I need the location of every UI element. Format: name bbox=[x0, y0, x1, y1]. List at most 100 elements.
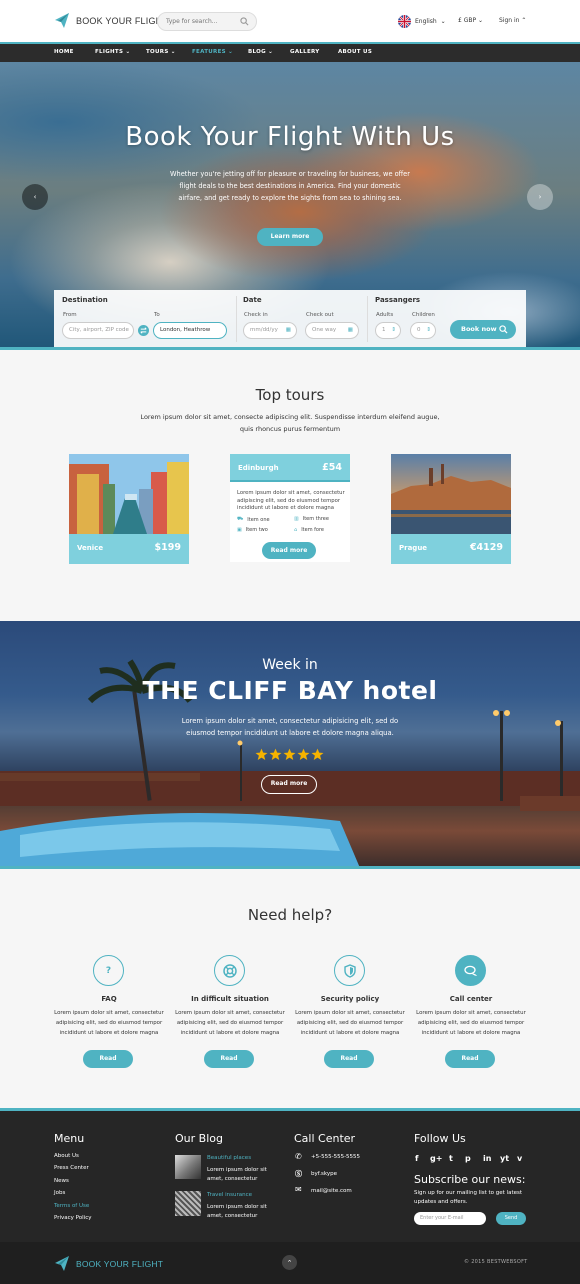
hero-text: Whether you're jetting off for pleasure … bbox=[170, 170, 410, 202]
checkout-label: Check out bbox=[306, 312, 334, 318]
nav-about[interactable]: ABOUT US bbox=[338, 49, 372, 55]
footer-phone[interactable]: +5-555-555-5555 bbox=[311, 1154, 360, 1160]
bottom-bar: BOOK YOUR FLIGHT ⌃ © 2015 BESTWEBSOFT bbox=[0, 1242, 580, 1284]
vimeo-icon[interactable]: v bbox=[517, 1154, 522, 1163]
car-icon: ⛟ bbox=[237, 516, 244, 522]
help-item-desc: Lorem ipsum dolor sit amet, consectetur … bbox=[416, 1010, 526, 1036]
footer-blog-title: Our Blog bbox=[175, 1132, 223, 1145]
footer-link-privacy[interactable]: Privacy Policy bbox=[54, 1215, 91, 1221]
blog-thumbnail[interactable] bbox=[175, 1155, 201, 1179]
nav-features-label: FEATURES bbox=[192, 49, 226, 55]
to-field[interactable]: London, Heathrow bbox=[153, 322, 227, 339]
swap-icon[interactable] bbox=[138, 325, 149, 336]
hotel-promo-section: Week in THE CLIFF BAY hotel Lorem ipsum … bbox=[0, 621, 580, 868]
twitter-icon[interactable]: t bbox=[449, 1154, 453, 1163]
divider bbox=[236, 296, 237, 342]
star-icon bbox=[255, 748, 268, 760]
book-now-button[interactable]: Book now bbox=[450, 320, 516, 339]
feature-item: ⛟ Item one bbox=[237, 516, 270, 523]
divider bbox=[367, 296, 368, 342]
footer-link-jobs[interactable]: Jobs bbox=[54, 1190, 65, 1196]
signin-link[interactable]: Sign in ⌃ bbox=[499, 17, 526, 24]
learn-more-button[interactable]: Learn more bbox=[257, 228, 323, 246]
footer-link-terms[interactable]: Terms of Use bbox=[54, 1203, 89, 1209]
feature-item-label: Item fore bbox=[301, 527, 324, 533]
search-icon[interactable] bbox=[240, 17, 249, 26]
back-to-top-button[interactable]: ⌃ bbox=[282, 1255, 297, 1270]
brand-logo[interactable]: BOOK YOUR FLIGHT bbox=[54, 13, 168, 28]
stepper-icon: ⇕ bbox=[391, 327, 396, 333]
help-item-title: In difficult situation bbox=[191, 995, 269, 1003]
subscribe-text: Sign up for our mailing list to get late… bbox=[414, 1190, 523, 1205]
nav-tours[interactable]: TOURS ⌄ bbox=[146, 49, 176, 55]
passengers-label: Passangers bbox=[375, 296, 421, 304]
tour-card-venice[interactable]: Venice $199 bbox=[69, 454, 189, 564]
hero-title: Book Your Flight With Us bbox=[125, 122, 455, 152]
blog-thumbnail[interactable] bbox=[175, 1191, 201, 1216]
chevron-down-icon: ⌄ bbox=[478, 17, 484, 24]
nav-tours-label: TOURS bbox=[146, 49, 169, 55]
nav-flights[interactable]: FLIGHTS ⌄ bbox=[95, 49, 130, 55]
museum-icon: ⌂ bbox=[294, 527, 298, 533]
help-item-title: Call center bbox=[449, 995, 493, 1003]
googleplus-icon[interactable]: g+ bbox=[430, 1154, 442, 1163]
footer-logo[interactable]: BOOK YOUR FLIGHT bbox=[54, 1256, 163, 1271]
blog-post-title[interactable]: Travel insurance bbox=[207, 1192, 252, 1198]
nav-blog[interactable]: BLOG ⌄ bbox=[248, 49, 273, 55]
linkedin-icon[interactable]: in bbox=[483, 1154, 491, 1163]
adults-stepper[interactable]: 1 ⇕ bbox=[375, 322, 401, 339]
feature-item: ⌂ Item fore bbox=[294, 527, 324, 533]
star-icon bbox=[283, 748, 296, 760]
nav-features[interactable]: FEATURES ⌄ bbox=[192, 49, 233, 55]
blog-post-title[interactable]: Beautiful places bbox=[207, 1155, 251, 1161]
children-stepper[interactable]: 0 ⇕ bbox=[410, 322, 436, 339]
tour-card-prague[interactable]: Prague €4129 bbox=[391, 454, 511, 564]
search-input[interactable] bbox=[158, 13, 238, 30]
language-select[interactable]: English ⌄ bbox=[398, 15, 446, 28]
help-read-button[interactable]: Read bbox=[204, 1050, 254, 1068]
footer-email[interactable]: mail@site.com bbox=[311, 1188, 352, 1194]
search-box[interactable] bbox=[157, 12, 257, 31]
help-item-title: Security policy bbox=[320, 995, 380, 1003]
help-read-button[interactable]: Read bbox=[83, 1050, 133, 1068]
brand-name: BOOK YOUR FLIGHT bbox=[76, 15, 169, 26]
send-button[interactable]: Send bbox=[496, 1212, 526, 1225]
calendar-icon: ▦ bbox=[347, 327, 353, 333]
currency-select[interactable]: £ GBP ⌄ bbox=[458, 17, 483, 24]
footer-link-about[interactable]: About Us bbox=[54, 1153, 79, 1159]
main-nav: HOME FLIGHTS ⌄ TOURS ⌄ FEATURES ⌄ BLOG ⌄… bbox=[0, 42, 580, 62]
site-header: BOOK YOUR FLIGHT English ⌄ £ GBP ⌄ Sign … bbox=[0, 0, 580, 42]
tour-name: Edinburgh bbox=[238, 464, 279, 472]
slider-next-button[interactable]: › bbox=[527, 184, 553, 210]
from-field[interactable]: City, airport, ZIP code bbox=[62, 322, 134, 339]
chat-icon bbox=[455, 955, 486, 986]
read-more-button[interactable]: Read more bbox=[262, 542, 316, 559]
hotel-read-more-button[interactable]: Read more bbox=[261, 775, 317, 794]
to-label: To bbox=[154, 312, 160, 318]
help-item-desc: Lorem ipsum dolor sit amet, consectetur … bbox=[295, 1010, 405, 1036]
help-read-button[interactable]: Read bbox=[445, 1050, 495, 1068]
checkin-field[interactable]: mm/dd/yy ▦ bbox=[243, 322, 297, 339]
youtube-icon[interactable]: yt bbox=[500, 1154, 509, 1163]
checkout-field[interactable]: One way ▦ bbox=[305, 322, 359, 339]
skype-icon: Ⓢ bbox=[295, 1170, 302, 1178]
footer-skype[interactable]: byf.skype bbox=[311, 1171, 337, 1177]
date-label: Date bbox=[243, 296, 262, 304]
hotel-rating bbox=[255, 748, 324, 761]
footer-link-press[interactable]: Press Center bbox=[54, 1165, 89, 1171]
pinterest-icon[interactable]: p bbox=[465, 1154, 471, 1163]
tour-card-edinburgh[interactable]: Edinburgh £54 Lorem ipsum dolor sit amet… bbox=[230, 454, 350, 562]
slider-prev-button[interactable]: ‹ bbox=[22, 184, 48, 210]
facebook-icon[interactable]: f bbox=[415, 1154, 418, 1163]
feature-item-label: Item two bbox=[245, 527, 268, 533]
uk-flag-icon bbox=[398, 15, 411, 28]
nav-home[interactable]: HOME bbox=[54, 49, 74, 55]
language-label: English bbox=[415, 18, 437, 25]
subscribe-email-input[interactable]: Enter your E-mail bbox=[414, 1212, 486, 1225]
hotel-text: Lorem ipsum dolor sit amet, consectetur … bbox=[181, 717, 399, 737]
nav-gallery[interactable]: GALLERY bbox=[290, 49, 320, 55]
help-read-button[interactable]: Read bbox=[324, 1050, 374, 1068]
footer-link-news[interactable]: News bbox=[54, 1178, 69, 1184]
star-icon bbox=[297, 748, 310, 760]
lifebuoy-icon bbox=[214, 955, 245, 986]
